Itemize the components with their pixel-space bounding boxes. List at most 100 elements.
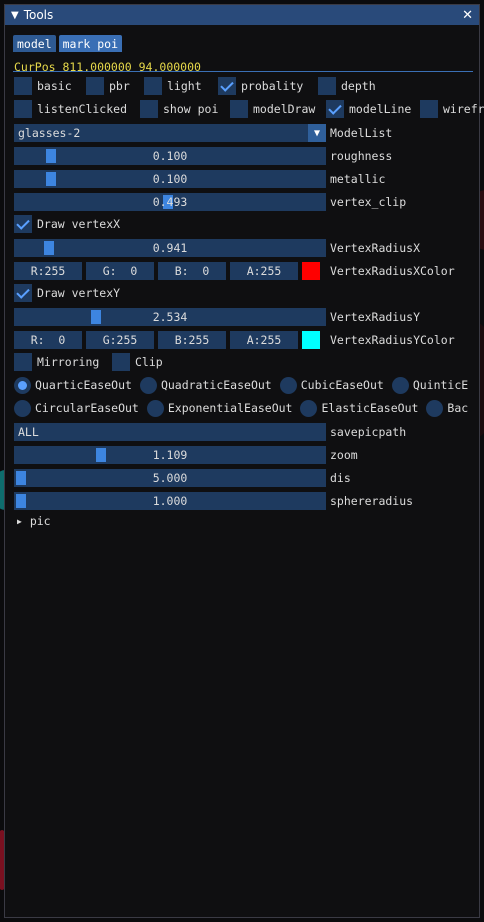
checkbox-draw-vertex-y[interactable]: Draw vertexY [14,284,120,302]
savepic-path-input[interactable]: ALL [14,423,326,441]
green-channel-input[interactable]: G:255 [86,331,154,349]
green-channel-input[interactable]: G: 0 [86,262,154,280]
tab-model[interactable]: model [13,35,56,52]
vertex-clip-slider[interactable]: 0.493 [14,193,326,211]
slider-grab[interactable] [91,310,102,324]
checkbox-wireframe[interactable]: wirefra [420,100,484,118]
blue-channel-input[interactable]: B:255 [158,331,226,349]
radio-label: ExponentialEaseOut [167,401,293,415]
sphere-radius-slider[interactable]: 1.000 [14,492,326,510]
checkbox-depth[interactable]: depth [318,77,376,95]
checkbox-model-line[interactable]: modelLine [326,100,414,118]
radio-label: Bac [447,401,469,415]
radio-dot[interactable] [279,376,297,394]
slider-grab[interactable] [44,241,54,255]
close-icon[interactable]: ✕ [462,8,473,23]
color-swatch[interactable] [302,331,320,349]
red-channel-input[interactable]: R:255 [14,262,82,280]
model-list-value: glasses-2 [18,126,81,140]
checkbox-mirroring[interactable]: Mirroring [14,353,106,371]
radio-back-ease-out[interactable]: Bac [426,399,469,417]
draw-vertex-x-toggle[interactable]: Draw vertexX [14,214,126,234]
slider-value: 0.941 [152,241,188,255]
radio-elastic-ease-out[interactable]: ElasticEaseOut [300,399,418,417]
collapse-triangle-icon[interactable]: ▼ [11,10,19,21]
checkbox-pbr[interactable]: pbr [86,77,138,95]
radio-dot[interactable] [139,376,157,394]
vertex-radius-y-slider[interactable]: 2.534 [14,308,326,326]
radio-dot[interactable] [14,399,31,417]
checkbox-draw-vertex-x[interactable]: Draw vertexX [14,215,120,233]
checkbox-light[interactable]: light [144,77,212,95]
checkbox-label: listenClicked [37,102,128,116]
vertex-radius-x-slider[interactable]: 0.941 [14,239,326,257]
radio-dot[interactable] [146,399,164,417]
radio-dot[interactable] [14,376,31,394]
roughness-slider[interactable]: 0.100 [14,147,326,165]
checkbox-box[interactable] [140,100,158,118]
checkbox-basic[interactable]: basic [14,77,80,95]
tree-node-label: pic [29,514,51,528]
model-list-combo[interactable]: glasses-2 ▼ [14,124,326,142]
checkbox-probality[interactable]: probality [218,77,312,95]
checkbox-box[interactable] [218,77,236,95]
dis-slider[interactable]: 5.000 [14,469,326,487]
checkbox-box[interactable] [14,215,32,233]
slider-value: 0.100 [152,149,188,163]
radio-label: CircularEaseOut [35,401,139,415]
checkbox-box[interactable] [14,77,32,95]
checkbox-box[interactable] [86,77,104,95]
checkbox-clip[interactable]: Clip [112,353,163,371]
tab-mark-poi[interactable]: mark poi [58,35,123,52]
roughness-label: roughness [330,149,393,163]
slider-grab[interactable] [45,172,56,186]
checkbox-box[interactable] [318,77,336,95]
triangle-right-icon[interactable]: ▶ [17,517,22,526]
checkbox-label: Clip [135,355,163,369]
zoom-slider[interactable]: 1.109 [14,446,326,464]
checkbox-box[interactable] [14,353,32,371]
vertex-radius-y-color-label: VertexRadiusYColor [330,333,455,347]
tree-node-pic[interactable]: ▶ pic [17,512,51,530]
title-bar[interactable]: ▼ Tools ✕ [5,5,479,25]
checkbox-label: show poi [163,102,219,116]
radio-cubic-ease-out[interactable]: CubicEaseOut [279,376,384,394]
alpha-channel-input[interactable]: A:255 [230,262,298,280]
checkbox-model-draw[interactable]: modelDraw [230,100,320,118]
checkbox-box[interactable] [14,284,32,302]
radio-exponential-ease-out[interactable]: ExponentialEaseOut [146,399,293,417]
radio-quintic-ease-out[interactable]: QuinticE [391,376,468,394]
radio-quartic-ease-out[interactable]: QuarticEaseOut [14,376,132,394]
slider-grab[interactable] [16,494,26,508]
metallic-slider[interactable]: 0.100 [14,170,326,188]
radio-circular-ease-out[interactable]: CircularEaseOut [14,399,139,417]
cur-pos-text: CurPos 811.000000 94.000000 [14,60,201,74]
zoom-label: zoom [330,448,358,462]
checkbox-box[interactable] [144,77,162,95]
tab-bar: model mark poi [13,35,123,52]
checkbox-box[interactable] [230,100,248,118]
red-channel-input[interactable]: R: 0 [14,331,82,349]
radio-quadratic-ease-out[interactable]: QuadraticEaseOut [139,376,272,394]
color-swatch[interactable] [302,262,320,280]
checkbox-box[interactable] [420,100,438,118]
draw-vertex-y-toggle[interactable]: Draw vertexY [14,283,126,303]
radio-dot[interactable] [391,376,409,394]
slider-grab[interactable] [45,149,56,163]
slider-grab[interactable] [96,448,107,462]
chevron-down-icon[interactable]: ▼ [308,124,326,142]
blue-channel-input[interactable]: B: 0 [158,262,226,280]
checkbox-show-poi[interactable]: show poi [140,100,224,118]
checkbox-box[interactable] [326,100,344,118]
radio-dot[interactable] [300,399,318,417]
checkbox-label: Draw vertexY [37,286,121,300]
slider-grab[interactable] [16,471,26,485]
alpha-channel-input[interactable]: A:255 [230,331,298,349]
radio-dot[interactable] [426,399,444,417]
checkbox-box[interactable] [14,100,32,118]
slider-value: 2.534 [152,310,188,324]
checkbox-box[interactable] [112,353,130,371]
checkbox-listen-clicked[interactable]: listenClicked [14,100,134,118]
radio-label: QuadraticEaseOut [160,378,272,392]
slider-value: 0.100 [152,172,188,186]
